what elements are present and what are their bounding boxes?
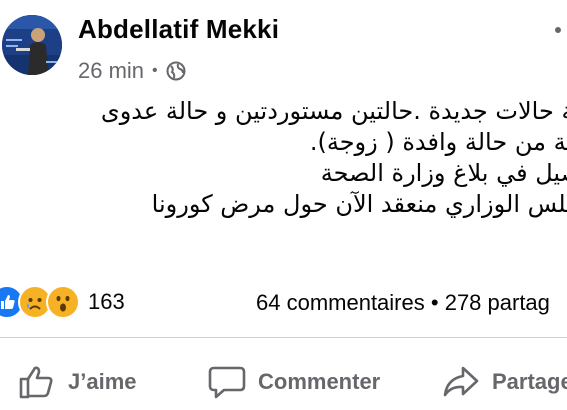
wow-icon [46,285,80,319]
comment-button[interactable]: Commenter [208,364,380,400]
globe-icon[interactable] [166,61,186,81]
like-label: J’aime [68,369,137,394]
post-text-line: جلس الوزاري منعقد الآن حول مرض كورونا [151,190,567,218]
post-text-line: ثة حالات جديدة .حالتين مستوردتين و حالة … [100,97,567,125]
actions-divider [0,337,567,338]
post-timestamp[interactable]: 26 min [78,58,144,84]
post-text: ثة حالات جديدة .حالتين مستوردتين و حالة … [0,96,567,220]
post-stats: 64 commentaires • 278 partag [256,290,550,316]
share-icon [443,366,479,397]
reactions-summary[interactable]: 163 [0,285,125,319]
share-button[interactable]: Partage [442,364,567,400]
shares-count[interactable]: 278 partag [445,290,550,315]
comment-label: Commenter [258,369,381,394]
post-text-line: لية من حالة وافدة ( زوجة). [309,128,567,156]
like-button[interactable]: J’aime [18,364,137,400]
post-meta: 26 min • [78,58,186,84]
avatar-image [2,15,62,75]
thumbs-up-icon [19,366,53,399]
reaction-count: 163 [88,289,125,314]
post-text-line: صيل في بلاغ وزارة الصحة [320,159,567,187]
share-label: Partage [492,369,567,394]
comments-count[interactable]: 64 commentaires [256,290,425,315]
stats-separator: • [430,290,439,315]
more-options-icon[interactable] [555,27,561,33]
meta-separator: • [152,62,158,79]
comment-icon [208,366,246,399]
author-avatar[interactable] [2,15,62,75]
author-name[interactable]: Abdellatif Mekki [78,14,279,45]
